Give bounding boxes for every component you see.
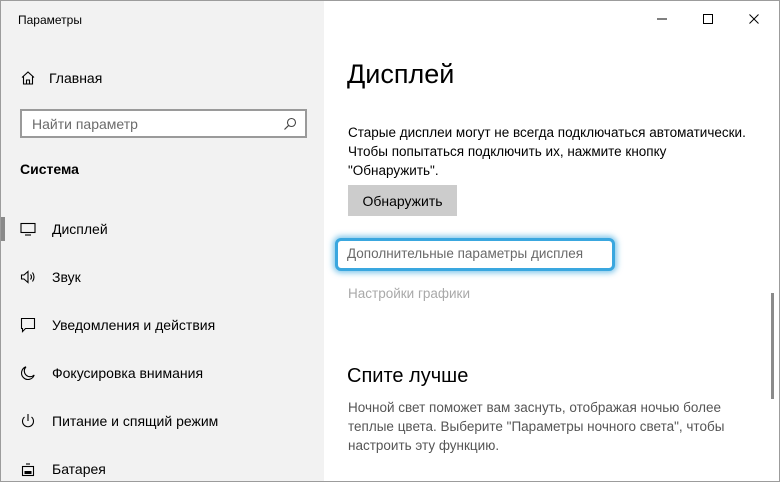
sidebar-item-label: Батарея xyxy=(52,461,106,477)
moon-icon xyxy=(20,365,36,381)
sidebar-item-label: Дисплей xyxy=(52,221,108,237)
power-icon xyxy=(20,413,36,429)
sidebar-home-label: Главная xyxy=(49,70,103,86)
minimize-icon xyxy=(657,18,667,20)
section-title: Система xyxy=(20,161,79,177)
sidebar-home[interactable]: Главная xyxy=(20,67,102,89)
settings-window: Параметры Главная Система Дисплей xyxy=(0,0,780,482)
sidebar-item-battery[interactable]: Батарея xyxy=(1,454,324,481)
graphics-settings-link[interactable]: Настройки графики xyxy=(348,286,470,301)
sidebar-item-label: Уведомления и действия xyxy=(52,317,216,333)
sleep-better-title: Спите лучше xyxy=(347,365,469,387)
search-input[interactable] xyxy=(32,115,262,132)
battery-icon xyxy=(20,461,36,477)
sidebar-item-label: Фокусировка внимания xyxy=(52,365,204,381)
notification-icon xyxy=(20,317,36,333)
sidebar-item-focus[interactable]: Фокусировка внимания xyxy=(1,358,324,388)
night-light-description: Ночной свет поможет вам заснуть, отображ… xyxy=(348,400,725,453)
sidebar: Параметры Главная Система Дисплей xyxy=(1,1,324,481)
scrollbar-thumb[interactable] xyxy=(771,293,774,399)
minimize-button[interactable] xyxy=(639,5,685,33)
sidebar-item-label: Питание и спящий режим xyxy=(52,413,219,429)
window-title: Параметры xyxy=(18,13,82,27)
sidebar-item-power[interactable]: Питание и спящий режим xyxy=(1,406,324,436)
maximize-button[interactable] xyxy=(685,5,731,33)
sidebar-item-notifications[interactable]: Уведомления и действия xyxy=(1,310,324,340)
sidebar-item-sound[interactable]: Звук xyxy=(1,262,324,292)
advanced-display-settings-link[interactable]: Дополнительные параметры дисплея xyxy=(347,246,583,261)
close-button[interactable] xyxy=(731,5,777,33)
sidebar-item-label: Звук xyxy=(52,269,81,285)
search-icon[interactable] xyxy=(283,117,297,131)
monitor-icon xyxy=(20,221,36,237)
detect-description: Старые дисплеи могут не всегда подключат… xyxy=(348,125,746,178)
speaker-icon xyxy=(20,269,36,285)
page-title: Дисплей xyxy=(347,59,455,89)
home-icon xyxy=(21,71,35,85)
search-box[interactable] xyxy=(20,109,307,138)
detect-button[interactable]: Обнаружить xyxy=(348,185,457,216)
maximize-icon xyxy=(703,14,713,24)
close-icon xyxy=(749,14,759,24)
sidebar-item-display[interactable]: Дисплей xyxy=(1,214,324,244)
